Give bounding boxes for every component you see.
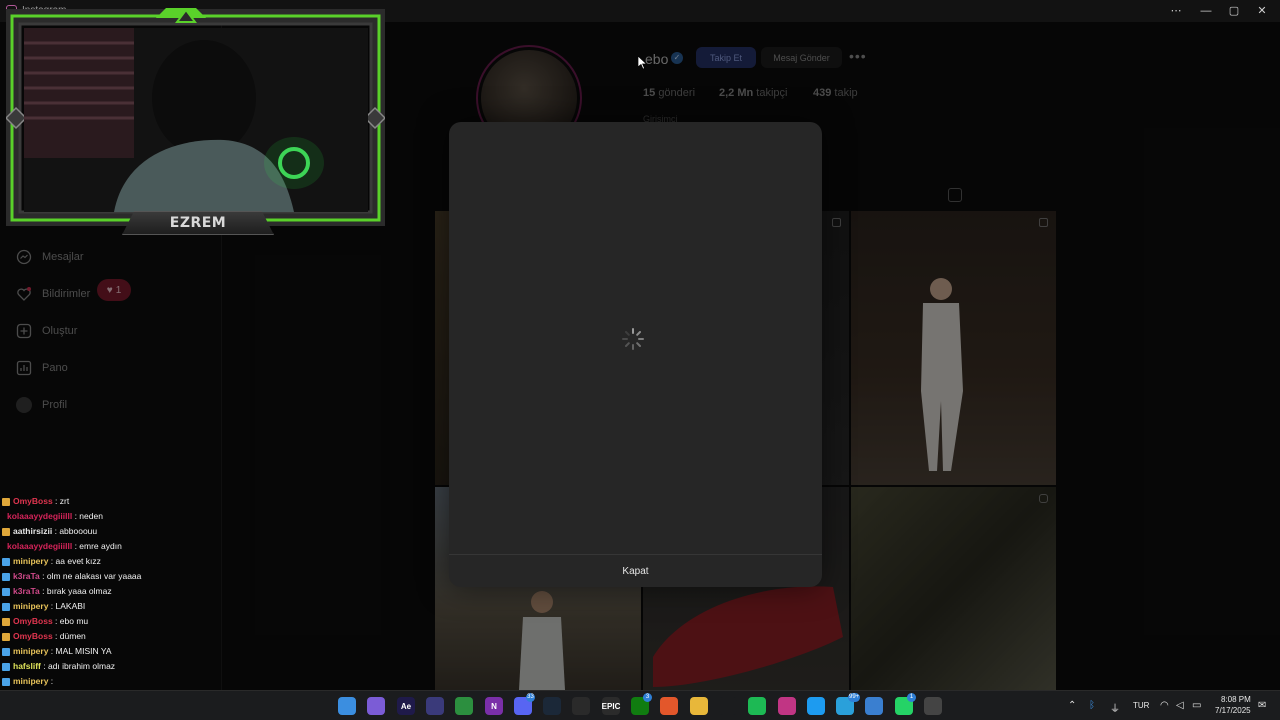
chat-username: minipery xyxy=(13,601,49,611)
chat-message: OmyBoss : zrt xyxy=(2,494,222,509)
chat-badge-icon xyxy=(2,543,4,551)
wifi-icon[interactable]: ◠ xyxy=(1160,700,1169,711)
chat-badge-icon xyxy=(2,662,10,671)
chat-username: minipery xyxy=(13,676,49,686)
chat-text: olm ne alakası var yaaaa xyxy=(46,571,142,581)
chat-message: minipery : xyxy=(2,674,222,689)
microphone-icon[interactable]: ⏚ xyxy=(1110,700,1120,715)
chat-text: emre aydın xyxy=(79,541,122,551)
volume-icon[interactable]: ◁ xyxy=(1176,700,1184,711)
chat-username: kolaaayydegiiilll xyxy=(7,541,73,551)
chat-message: minipery : MAL MISIN YA xyxy=(2,644,222,659)
chat-badge-icon xyxy=(2,527,10,536)
chat-badge-icon xyxy=(2,632,10,641)
app-badge: 3 xyxy=(643,693,652,702)
chat-message: OmyBoss : dümen xyxy=(2,629,222,644)
brave-icon[interactable] xyxy=(660,697,678,715)
chat-message: minipery : aa evet kızz xyxy=(2,554,222,569)
chat-badge-icon xyxy=(2,572,10,581)
chat-message: k3raTa : olm ne alakası var yaaaa xyxy=(2,569,222,584)
steam-icon[interactable] xyxy=(543,697,561,715)
stream-chat: OmyBoss : zrt kolaaayydegiiilll : neden aa… xyxy=(2,494,222,719)
app-icon[interactable] xyxy=(426,697,444,715)
copilot-icon[interactable] xyxy=(367,697,385,715)
clock-date[interactable]: 7/17/2025 xyxy=(1215,706,1251,715)
app-badge: 33 xyxy=(526,693,535,702)
bluetooth-icon[interactable]: ᛒ xyxy=(1089,700,1095,711)
loading-spinner-icon xyxy=(622,328,644,350)
streamer-name-plate: EZREM xyxy=(122,211,274,235)
photos-icon[interactable] xyxy=(865,697,883,715)
maximize-button[interactable]: ▢ xyxy=(1220,3,1248,19)
chevron-up-icon[interactable]: ⌃ xyxy=(1068,700,1076,711)
epic-games-icon[interactable]: EPIC xyxy=(602,697,620,715)
mouse-cursor-icon xyxy=(638,56,647,70)
taskbar: ⌃ ᛒ ⏚ TUR ◠ ◁ ▭ 8:08 PM 7/17/2025 ✉ Ae N 3… xyxy=(0,690,1280,720)
clock-time[interactable]: 8:08 PM xyxy=(1221,695,1251,704)
webcam-feed xyxy=(24,28,368,212)
chat-badge-icon xyxy=(2,557,10,566)
chat-text: neden xyxy=(79,511,103,521)
obs-icon[interactable] xyxy=(572,697,590,715)
after-effects-icon[interactable]: Ae xyxy=(397,697,415,715)
windows-start-icon[interactable] xyxy=(338,697,356,715)
app-icon[interactable] xyxy=(924,697,942,715)
modal-close-button[interactable]: Kapat xyxy=(449,555,822,587)
notification-bell-icon[interactable]: ✉ xyxy=(1258,700,1266,711)
chat-message: hafsliff : adı ibrahim olmaz xyxy=(2,659,222,674)
chat-badge-icon xyxy=(2,513,4,521)
chat-text: bırak yaaa olmaz xyxy=(46,586,112,596)
chat-username: k3raTa xyxy=(13,586,40,596)
chat-username: OmyBoss xyxy=(13,616,53,626)
chat-text: MAL MISIN YA xyxy=(55,646,112,656)
webcam-image xyxy=(24,28,324,212)
file-explorer-icon[interactable] xyxy=(690,697,708,715)
chat-username: minipery xyxy=(13,646,49,656)
chat-badge-icon xyxy=(2,587,10,596)
chat-badge-icon xyxy=(2,677,10,686)
chat-message: kolaaayydegiiilll : emre aydın xyxy=(2,539,222,554)
close-window-button[interactable]: ✕ xyxy=(1248,3,1276,19)
language-indicator[interactable]: TUR xyxy=(1133,701,1149,710)
chat-badge-icon xyxy=(2,602,10,611)
chat-text: adı ibrahim olmaz xyxy=(47,661,116,671)
more-options-icon[interactable]: ⋯ xyxy=(1162,3,1190,19)
chat-username: kolaaayydegiiilll xyxy=(7,511,73,521)
twitter-icon[interactable] xyxy=(807,697,825,715)
chat-username: k3raTa xyxy=(13,571,40,581)
battery-icon[interactable]: ▭ xyxy=(1192,700,1201,711)
chat-username: minipery xyxy=(13,556,49,566)
minimize-button[interactable]: — xyxy=(1192,3,1220,19)
chat-message: OmyBoss : ebo mu xyxy=(2,614,222,629)
chrome-icon[interactable] xyxy=(455,697,473,715)
chat-message: k3raTa : bırak yaaa olmaz xyxy=(2,584,222,599)
steam-client-icon[interactable] xyxy=(719,697,737,715)
chat-text: aa evet kızz xyxy=(55,556,101,566)
onenote-icon[interactable]: N xyxy=(485,697,503,715)
chat-username: OmyBoss xyxy=(13,496,53,506)
app-badge: 99+ xyxy=(848,693,861,702)
chat-text: ebo mu xyxy=(59,616,89,626)
chat-badge-icon xyxy=(2,647,10,656)
chat-message: kolaaayydegiiilll : neden xyxy=(2,509,222,524)
chat-username: OmyBoss xyxy=(13,631,53,641)
chat-username: aathirsizii xyxy=(13,526,53,536)
chat-badge-icon xyxy=(2,497,10,506)
chat-username: hafsliff xyxy=(13,661,41,671)
chat-message: minipery : LAKABI xyxy=(2,599,222,614)
webcam-overlay: EZREM xyxy=(6,8,385,235)
chat-text: dümen xyxy=(59,631,86,641)
chat-text: LAKABI xyxy=(55,601,86,611)
modal-dialog: Kapat xyxy=(449,122,822,587)
chat-text: zrt xyxy=(59,496,70,506)
app-badge: 1 xyxy=(907,693,916,702)
spotify-icon[interactable] xyxy=(748,697,766,715)
instagram-icon[interactable] xyxy=(778,697,796,715)
chat-message: aathirsizii : abbooouu xyxy=(2,524,222,539)
chat-text: abbooouu xyxy=(59,526,98,536)
desktop: Instagram ⋯ — ▢ ✕ Mesajlar Bildirimler O… xyxy=(0,0,1280,720)
chat-badge-icon xyxy=(2,617,10,626)
